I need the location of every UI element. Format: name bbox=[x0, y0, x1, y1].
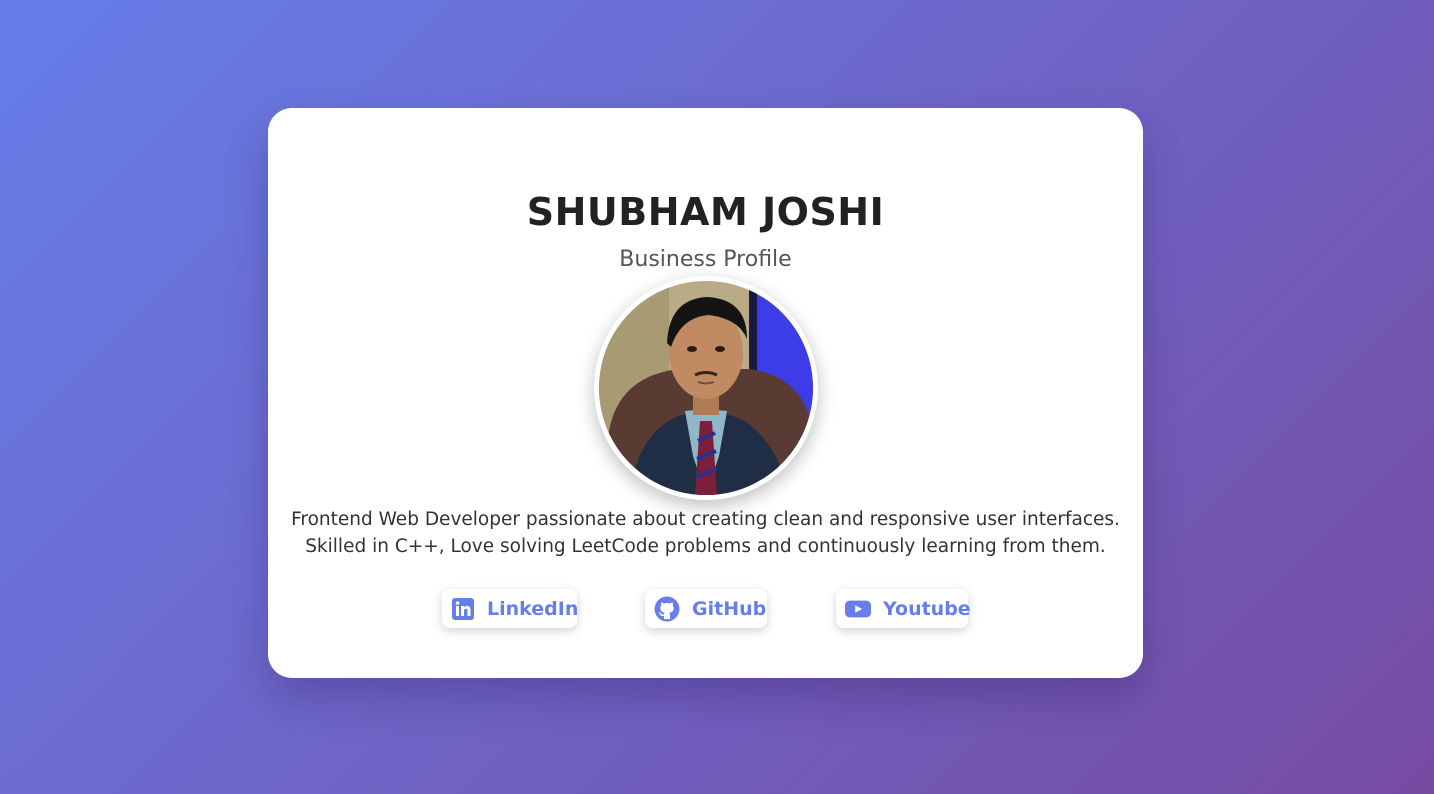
github-icon bbox=[654, 596, 680, 622]
linkedin-link[interactable]: LinkedIn bbox=[442, 589, 579, 628]
linkedin-label: LinkedIn bbox=[487, 597, 579, 620]
linkedin-icon bbox=[451, 596, 475, 622]
avatar-frame bbox=[594, 276, 818, 500]
profile-name: SHUBHAM JOSHI bbox=[526, 190, 885, 234]
github-label: GitHub bbox=[692, 597, 767, 620]
youtube-icon bbox=[845, 596, 871, 622]
bio-line-1: Frontend Web Developer passionate about … bbox=[291, 509, 1120, 530]
profile-card: SHUBHAM JOSHI Business Profile Frontend … bbox=[268, 108, 1143, 678]
bio-line-2: Skilled in C++, Love solving LeetCode pr… bbox=[305, 536, 1106, 557]
github-link[interactable]: GitHub bbox=[645, 589, 767, 628]
profile-subtitle: Business Profile bbox=[619, 247, 792, 272]
profile-bio: Frontend Web Developer passionate about … bbox=[288, 506, 1123, 560]
youtube-label: Youtube bbox=[883, 597, 971, 620]
avatar bbox=[599, 281, 813, 495]
youtube-link[interactable]: Youtube bbox=[836, 589, 971, 628]
social-links: LinkedIn GitHub Youtube bbox=[268, 589, 1143, 629]
